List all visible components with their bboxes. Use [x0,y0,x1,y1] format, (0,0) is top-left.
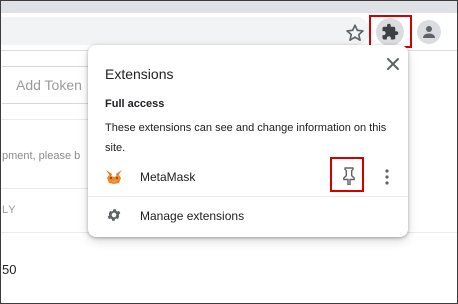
tab-strip [1,1,457,13]
extension-name: MetaMask [140,170,196,184]
gear-icon [106,207,122,223]
manage-extensions-label: Manage extensions [140,209,245,223]
star-icon[interactable] [344,22,366,44]
extension-row-metamask[interactable]: MetaMask [88,157,408,192]
add-token-button[interactable]: Add Token [2,66,98,104]
full-access-description: These extensions can see and change info… [105,122,387,154]
pin-highlight [330,157,364,192]
extensions-popup: Extensions Full access These extensions … [88,45,408,237]
extensions-button-highlight [369,15,412,48]
manage-extensions-button[interactable]: Manage extensions [88,205,408,229]
popup-divider [88,196,408,197]
close-icon[interactable] [384,55,402,73]
row-value: 50 [2,262,17,277]
info-text: pment, please b [2,150,81,162]
url-field[interactable] [1,17,370,45]
full-access-heading: Full access [105,98,165,110]
page-divider [1,188,91,189]
more-options-icon[interactable] [378,167,396,187]
popup-title: Extensions [105,66,174,82]
page-divider [1,119,91,120]
column-header: LY [2,204,17,216]
profile-icon [423,26,435,38]
metamask-fox-icon [105,169,123,185]
profile-button[interactable] [417,20,441,44]
